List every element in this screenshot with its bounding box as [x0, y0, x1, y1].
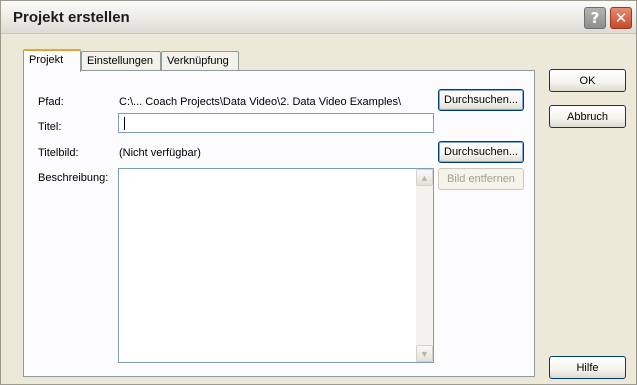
pfad-value: C:\... Coach Projects\Data Video\2. Data…: [119, 96, 402, 108]
tab-projekt[interactable]: Projekt: [23, 49, 81, 72]
tab-einstellungen[interactable]: Einstellungen: [81, 51, 161, 71]
chevron-up-icon: ▲: [420, 172, 429, 183]
pfad-label: Pfad:: [38, 96, 64, 108]
text-caret: [124, 117, 125, 130]
cancel-button[interactable]: Abbruch: [549, 105, 626, 128]
titel-label: Titel:: [38, 121, 62, 133]
help-button[interactable]: Hilfe: [549, 356, 626, 379]
browse-path-button[interactable]: Durchsuchen...: [438, 89, 524, 111]
beschreibung-label: Beschreibung:: [38, 172, 109, 184]
titelbild-value: (Nicht verfügbar): [119, 147, 201, 159]
remove-image-button[interactable]: Bild entfernen: [438, 168, 524, 190]
close-button[interactable]: ✕: [610, 7, 632, 29]
help-title-button[interactable]: ?: [584, 7, 606, 29]
scroll-up-button[interactable]: ▲: [416, 169, 433, 186]
vertical-scrollbar[interactable]: ▲ ▼: [416, 169, 433, 362]
titel-input[interactable]: [118, 113, 434, 133]
button-label: Durchsuchen...: [444, 94, 518, 106]
question-icon: ?: [590, 9, 600, 27]
button-label: OK: [579, 74, 596, 87]
beschreibung-textarea[interactable]: ▲ ▼: [118, 168, 434, 363]
tab-verknuepfung[interactable]: Verknüpfung: [161, 51, 239, 71]
titelbild-label: Titelbild:: [38, 147, 79, 159]
button-label: Hilfe: [576, 361, 599, 374]
button-label: Bild entfernen: [447, 173, 515, 185]
button-label: Durchsuchen...: [444, 146, 518, 158]
close-icon: ✕: [614, 9, 628, 27]
chevron-down-icon: ▼: [420, 348, 429, 359]
tab-label: Einstellungen: [87, 55, 154, 67]
button-label: Abbruch: [567, 110, 608, 123]
dialog-window: Projekt erstellen ? ✕ Projekt Einstellun…: [0, 0, 637, 385]
browse-image-button[interactable]: Durchsuchen...: [438, 141, 524, 163]
title-bar[interactable]: Projekt erstellen ? ✕: [1, 1, 636, 34]
window-title: Projekt erstellen: [13, 9, 130, 26]
scroll-down-button[interactable]: ▼: [416, 345, 433, 362]
tab-label: Projekt: [29, 54, 64, 66]
ok-button[interactable]: OK: [549, 69, 626, 92]
tab-label: Verknüpfung: [167, 55, 229, 67]
